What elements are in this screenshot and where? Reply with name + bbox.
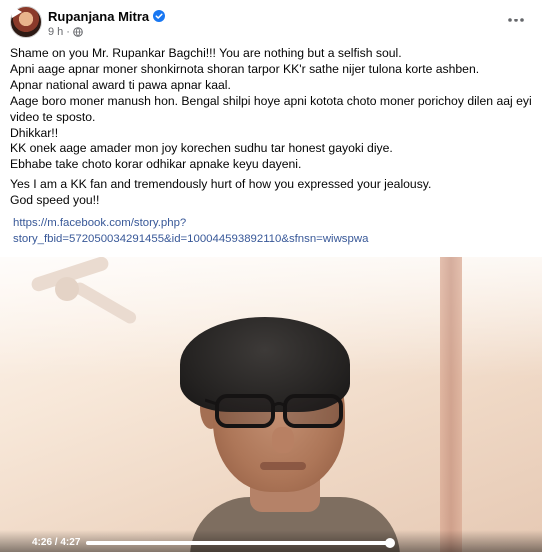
story-link[interactable]: https://m.facebook.com/story.php? story_… xyxy=(13,216,368,247)
progress-fill xyxy=(86,541,390,545)
meta-separator: · xyxy=(66,26,70,38)
post-line: Ebhabe take choto korar odhikar apnake k… xyxy=(10,157,302,172)
verified-badge-icon xyxy=(153,10,166,22)
duration: 4:27 xyxy=(60,537,81,548)
post-line: Apnar national award ti pawa apnar kaal. xyxy=(10,77,231,92)
ceiling-fan xyxy=(55,277,79,301)
post-text: Shame on you Mr. Rupankar Bagchi!!! You … xyxy=(10,46,532,209)
current-time: 4:26 xyxy=(32,537,53,548)
author-name[interactable]: Rupanjana Mitra xyxy=(48,9,149,24)
post-line: video te sposto. xyxy=(10,109,96,124)
post-line: KK onek aage amader mon joy korechen sud… xyxy=(10,141,393,156)
story-link-line[interactable]: story_fbid=572050034291455&id=1000445938… xyxy=(13,232,368,248)
glasses xyxy=(205,394,343,428)
fullscreen-icon[interactable] xyxy=(513,5,529,19)
volume-icon[interactable] xyxy=(446,5,462,19)
picture-in-picture-icon[interactable] xyxy=(478,5,494,19)
author-row: Rupanjana Mitra xyxy=(48,7,166,25)
video-time: 4:26 / 4:27 xyxy=(32,537,80,548)
globe-icon xyxy=(73,27,83,37)
post-time[interactable]: 9 h xyxy=(48,26,63,38)
progress-bar[interactable] xyxy=(86,538,395,548)
play-icon[interactable] xyxy=(11,5,23,19)
post-line: Apni aage apnar moner shonkirnota shoran… xyxy=(10,61,480,76)
post-line: Dhikkar!! xyxy=(10,125,59,140)
video-background xyxy=(440,257,462,552)
post-line: Shame on you Mr. Rupankar Bagchi!!! You … xyxy=(10,46,402,60)
progress-handle[interactable] xyxy=(384,538,395,548)
settings-icon[interactable] xyxy=(414,5,430,19)
post-meta: 9 h · xyxy=(48,25,83,39)
post-line: God speed you!! xyxy=(10,193,100,208)
post-line: Aage boro moner manush hon. Bengal shilp… xyxy=(10,93,532,108)
post-line: Yes I am a KK fan and tremendously hurt … xyxy=(10,177,432,192)
story-link-line[interactable]: https://m.facebook.com/story.php? xyxy=(13,216,368,232)
person-mouth xyxy=(260,462,306,470)
video-player[interactable] xyxy=(0,257,542,552)
